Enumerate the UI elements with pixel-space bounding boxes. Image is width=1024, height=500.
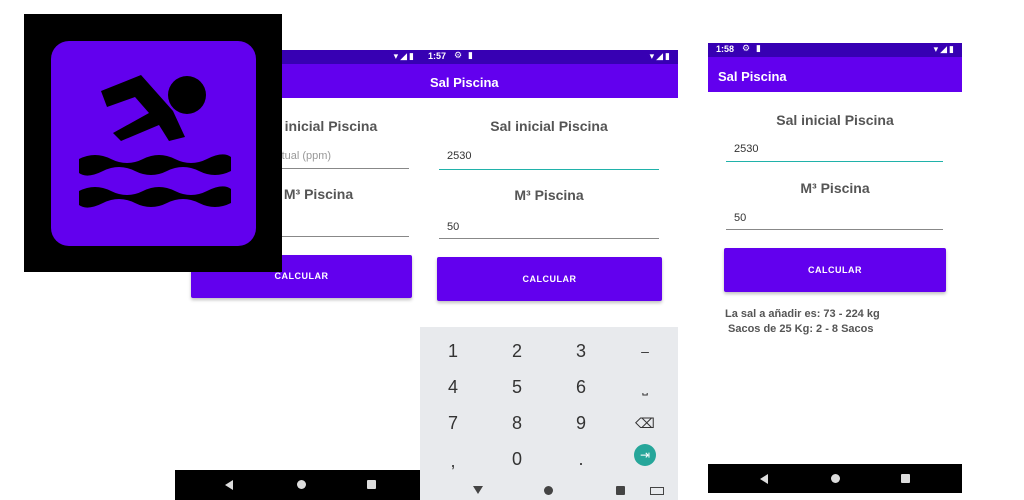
status-bar: 1:58 ⚙ ▮ ▾◢▮ bbox=[708, 43, 962, 57]
m3-label: M³ Piscina bbox=[800, 180, 870, 196]
status-time: 1:57 bbox=[428, 51, 447, 61]
recents-icon[interactable] bbox=[616, 486, 625, 495]
swimmer-icon bbox=[79, 75, 231, 208]
key-space[interactable]: ⎵ bbox=[625, 379, 665, 396]
recents-icon[interactable] bbox=[367, 480, 376, 489]
home-icon[interactable] bbox=[831, 474, 840, 483]
calcular-button[interactable]: CALCULAR bbox=[437, 257, 662, 301]
app-title: Sal Piscina bbox=[430, 75, 499, 90]
enter-icon[interactable]: ⇥ bbox=[634, 444, 656, 466]
backspace-icon[interactable]: ⌫ bbox=[625, 415, 665, 432]
app-bar: Sal Piscina bbox=[708, 57, 962, 92]
back-icon[interactable] bbox=[225, 480, 233, 490]
key-4[interactable]: 4 bbox=[433, 377, 473, 398]
numeric-keypad: 1 2 3 – 4 5 6 ⎵ 7 8 9 ⌫ , 0 . ⇥ bbox=[420, 327, 678, 500]
screen-3: 1:58 ⚙ ▮ ▾◢▮ Sal Piscina Sal inicial Pis… bbox=[708, 43, 962, 493]
sal-inicial-value: 2530 bbox=[447, 150, 472, 162]
m3-input[interactable]: 50 bbox=[439, 218, 659, 239]
key-comma[interactable]: , bbox=[433, 451, 473, 472]
home-icon[interactable] bbox=[544, 486, 553, 495]
key-7[interactable]: 7 bbox=[433, 413, 473, 434]
m3-value: 50 bbox=[734, 212, 747, 224]
key-3[interactable]: 3 bbox=[561, 341, 601, 362]
m3-input[interactable]: 50 bbox=[726, 210, 943, 230]
recents-icon[interactable] bbox=[901, 474, 910, 483]
calcular-button[interactable]: CALCULAR bbox=[724, 248, 946, 292]
screen-2: 1:57 ⚙ ▮ ▾◢▮ Sal Piscina Sal inicial Pis… bbox=[420, 50, 678, 500]
back-icon[interactable] bbox=[760, 474, 768, 484]
sd-card-icon: ▮ bbox=[756, 43, 761, 53]
sal-inicial-label: Sal inicial Piscina bbox=[490, 118, 608, 134]
nav-bar bbox=[175, 470, 422, 500]
result-bags: Sacos de 25 Kg: 2 - 8 Sacos bbox=[728, 323, 874, 335]
key-minus[interactable]: – bbox=[625, 343, 665, 359]
app-icon-tile bbox=[51, 41, 256, 246]
key-1[interactable]: 1 bbox=[433, 341, 473, 362]
back-icon[interactable] bbox=[473, 486, 483, 494]
settings-icon: ⚙ bbox=[742, 43, 751, 53]
status-icons: ▾◢▮ bbox=[393, 51, 416, 61]
key-8[interactable]: 8 bbox=[497, 413, 537, 434]
sd-card-icon: ▮ bbox=[468, 50, 473, 60]
nav-bar bbox=[420, 478, 678, 500]
key-0[interactable]: 0 bbox=[497, 449, 537, 470]
app-title: Sal Piscina bbox=[718, 69, 787, 84]
status-bar: 1:57 ⚙ ▮ ▾◢▮ bbox=[420, 50, 678, 64]
sal-inicial-label: Sal inicial Piscina bbox=[776, 112, 894, 128]
key-dot[interactable]: . bbox=[561, 449, 601, 470]
key-2[interactable]: 2 bbox=[497, 341, 537, 362]
settings-icon: ⚙ bbox=[454, 50, 463, 60]
sal-inicial-value: 2530 bbox=[734, 143, 759, 155]
app-icon bbox=[24, 14, 282, 272]
status-icons: ▾◢▮ bbox=[649, 51, 672, 61]
nav-bar bbox=[708, 464, 962, 493]
key-9[interactable]: 9 bbox=[561, 413, 601, 434]
key-6[interactable]: 6 bbox=[561, 377, 601, 398]
status-time: 1:58 bbox=[716, 44, 735, 54]
keyboard-switch-icon[interactable] bbox=[650, 487, 664, 495]
status-icons: ▾◢▮ bbox=[933, 44, 956, 54]
m3-label: M³ Piscina bbox=[514, 187, 584, 203]
m3-value: 50 bbox=[447, 221, 460, 233]
home-icon[interactable] bbox=[297, 480, 306, 489]
app-bar: Sal Piscina bbox=[420, 64, 678, 98]
key-5[interactable]: 5 bbox=[497, 377, 537, 398]
sal-inicial-input[interactable]: 2530 bbox=[439, 149, 659, 170]
sal-inicial-input[interactable]: 2530 bbox=[726, 142, 943, 162]
result-salt: La sal a añadir es: 73 - 224 kg bbox=[725, 308, 880, 320]
